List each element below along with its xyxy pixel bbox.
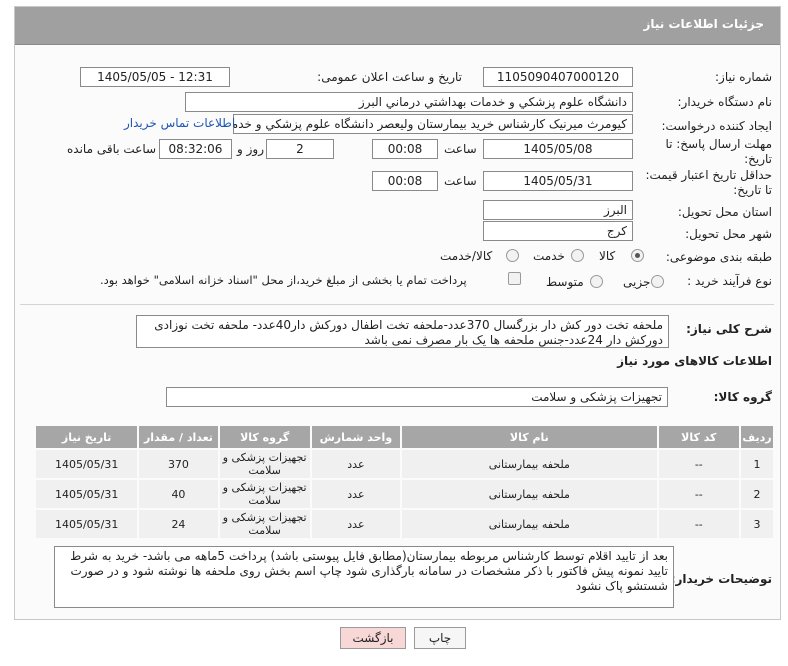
cell-unit: عدد	[309, 448, 403, 480]
buyer-notes-label: توضیحات خریدار:	[670, 572, 772, 586]
cell-qty: 370	[137, 448, 220, 480]
back-button[interactable]: بازگشت	[340, 627, 406, 649]
goods-group-field: تجهیزات پزشکی و سلامت	[166, 387, 668, 407]
cell-row: 1	[738, 448, 776, 480]
cell-date: 1405/05/31	[33, 508, 140, 540]
panel-header: جزئیات اطلاعات نیاز	[15, 7, 780, 45]
cell-qty: 24	[137, 508, 220, 540]
cell-name: ملحفه بیمارستانی	[400, 508, 659, 540]
cell-name: ملحفه بیمارستانی	[400, 478, 659, 510]
print-button[interactable]: چاپ	[414, 627, 466, 649]
deadline-days-field: 2	[266, 139, 334, 159]
cell-date: 1405/05/31	[33, 448, 140, 480]
items-table: ردیف کد کالا نام کالا واحد شمارش گروه کا…	[33, 424, 776, 540]
category-service-radio[interactable]	[571, 249, 584, 262]
deadline-time-label: ساعت	[444, 142, 477, 156]
buyer-contact-link[interactable]: اطلاعات تماس خریدار	[124, 116, 235, 130]
cell-group: تجهیزات پزشکی و سلامت	[217, 448, 312, 480]
general-description-field: ملحفه تخت دور کش دار بزرگسال 370عدد-ملحف…	[136, 315, 669, 348]
requester-label: ایجاد کننده درخواست:	[661, 119, 772, 133]
city-field: کرج	[483, 221, 633, 241]
deadline-date-field: 1405/05/08	[483, 139, 633, 159]
divider	[20, 304, 774, 305]
cell-unit: عدد	[309, 478, 403, 510]
province-field: البرز	[483, 200, 633, 220]
category-goods-label: کالا	[599, 249, 616, 263]
table-row: 3 -- ملحفه بیمارستانی عدد تجهیزات پزشکی …	[33, 508, 776, 540]
purchase-type-medium-label: متوسط	[546, 275, 584, 289]
category-service-label: خدمت	[533, 249, 565, 263]
purchase-type-medium-radio[interactable]	[590, 275, 603, 288]
remaining-time-label: ساعت باقی مانده	[67, 142, 157, 156]
col-unit: واحد شمارش	[309, 424, 403, 450]
need-number-label: شماره نیاز:	[715, 70, 772, 84]
deadline-label-line2: تاریخ:	[744, 152, 772, 166]
deadline-time-field: 00:08	[372, 139, 438, 159]
buyer-notes-field: بعد از تایید اقلام توسط کارشناس مربوطه ب…	[54, 546, 674, 608]
treasury-payment-checkbox[interactable]	[508, 272, 521, 285]
deadline-days-label: روز و	[237, 142, 264, 156]
cell-row: 3	[738, 508, 776, 540]
purchase-type-minor-label: جزیی	[623, 275, 651, 289]
price-validity-label-line1: حداقل تاریخ اعتبار قیمت:	[645, 168, 772, 182]
requester-field: کیومرث میرنیک کارشناس خرید بیمارستان ولی…	[233, 114, 633, 134]
items-table-header: ردیف کد کالا نام کالا واحد شمارش گروه کا…	[33, 424, 776, 450]
cell-row: 2	[738, 478, 776, 510]
deadline-label-line1: مهلت ارسال پاسخ: تا	[665, 137, 772, 151]
remaining-time-field: 08:32:06	[159, 139, 232, 159]
cell-group: تجهیزات پزشکی و سلامت	[217, 478, 312, 510]
buyer-org-label: نام دستگاه خریدار:	[677, 95, 773, 109]
cell-date: 1405/05/31	[33, 478, 140, 510]
table-row: 1 -- ملحفه بیمارستانی عدد تجهیزات پزشکی …	[33, 448, 776, 480]
table-row: 2 -- ملحفه بیمارستانی عدد تجهیزات پزشکی …	[33, 478, 776, 510]
category-goods-radio[interactable]	[631, 249, 644, 262]
purchase-type-label: نوع فرآیند خرید :	[687, 274, 772, 288]
category-label: طبقه بندی موضوعی:	[665, 250, 772, 264]
price-validity-time-label: ساعت	[444, 174, 477, 188]
col-qty: تعداد / مقدار	[137, 424, 220, 450]
cell-qty: 40	[137, 478, 220, 510]
buyer-org-field: دانشگاه علوم پزشکي و خدمات بهداشتي درمان…	[185, 92, 633, 112]
col-name: نام کالا	[400, 424, 659, 450]
category-goods-service-label: کالا/خدمت	[440, 249, 493, 263]
col-row: ردیف	[738, 424, 776, 450]
need-number-field: 1105090407000120	[483, 67, 633, 87]
price-validity-time-field: 00:08	[372, 171, 438, 191]
cell-unit: عدد	[309, 508, 403, 540]
price-validity-label-line2: تا تاریخ:	[733, 183, 772, 197]
goods-group-label: گروه کالا:	[713, 390, 772, 404]
purchase-type-minor-radio[interactable]	[651, 275, 664, 288]
cell-name: ملحفه بیمارستانی	[400, 448, 659, 480]
cell-code: --	[656, 508, 741, 540]
price-validity-date-field: 1405/05/31	[483, 171, 633, 191]
col-code: کد کالا	[656, 424, 741, 450]
cell-code: --	[656, 478, 741, 510]
province-label: استان محل تحویل:	[677, 205, 772, 219]
category-goods-service-radio[interactable]	[506, 249, 519, 262]
cell-group: تجهیزات پزشکی و سلامت	[217, 508, 312, 540]
panel-title: جزئیات اطلاعات نیاز	[643, 17, 764, 31]
treasury-payment-note: پرداخت تمام یا بخشی از مبلغ خرید،از محل …	[100, 273, 467, 287]
col-date: تاریخ نیاز	[33, 424, 140, 450]
goods-section-title: اطلاعات کالاهای مورد نیاز	[617, 354, 772, 368]
city-label: شهر محل تحویل:	[685, 227, 772, 241]
announce-datetime-label: تاریخ و ساعت اعلان عمومی:	[317, 70, 462, 84]
cell-code: --	[656, 448, 741, 480]
announce-datetime-field: 1405/05/05 - 12:31	[80, 67, 230, 87]
col-group: گروه کالا	[217, 424, 312, 450]
general-description-label: شرح کلی نیاز:	[686, 322, 772, 336]
